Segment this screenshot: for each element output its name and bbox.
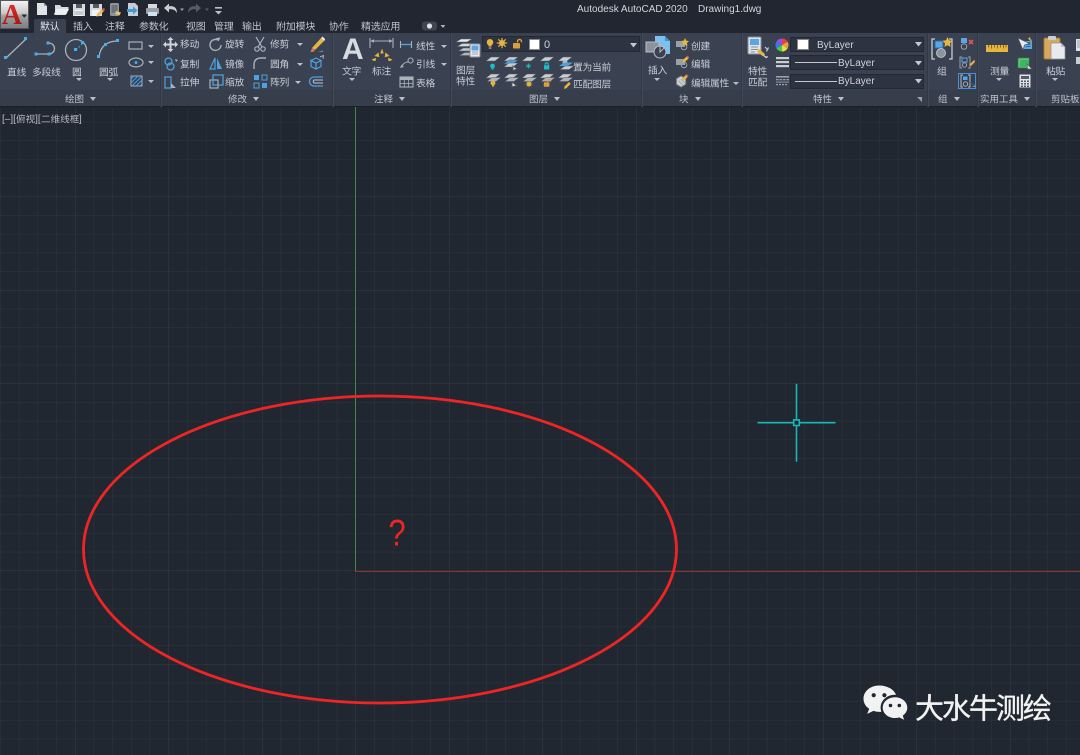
svg-text:?: ? (388, 513, 405, 554)
